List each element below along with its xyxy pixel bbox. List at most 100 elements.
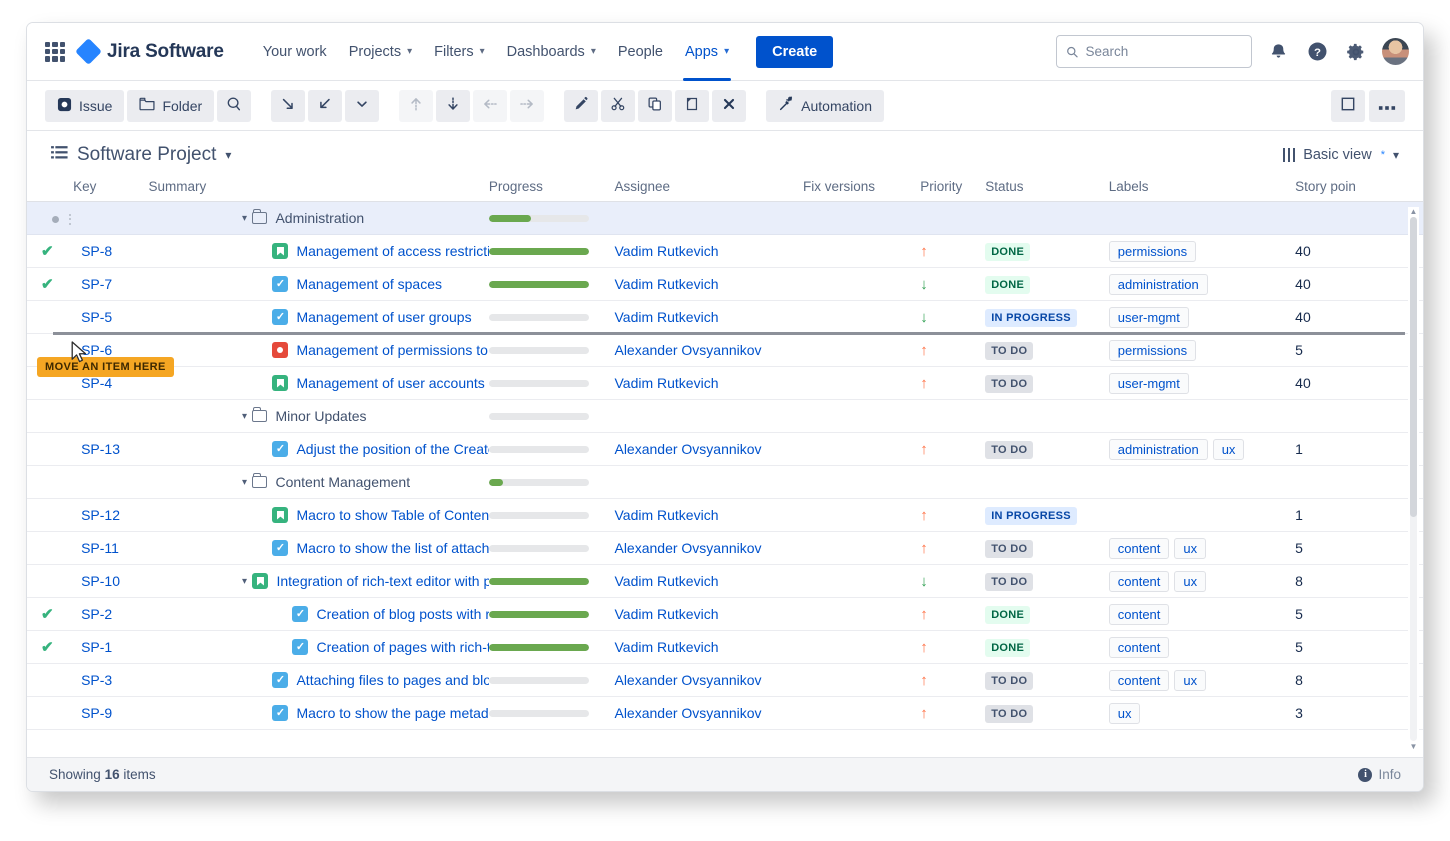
cell-key[interactable]: SP-1 [73,630,149,664]
paste-button[interactable] [675,89,710,122]
cell-story-points[interactable]: 3 [1295,696,1392,730]
new-folder-button[interactable]: Folder [127,89,215,122]
status-badge[interactable]: TO DO [985,440,1034,459]
cell-status[interactable]: DONE [985,234,1109,268]
assignee-link[interactable]: Alexander Ovsyannikov [614,342,761,358]
issue-key-link[interactable]: SP-11 [73,540,119,556]
cell-status[interactable]: TO DO [985,696,1109,730]
move-down-button[interactable] [436,89,471,122]
cell-status[interactable]: TO DO [985,663,1109,697]
fullscreen-button[interactable] [1331,89,1365,122]
cell-assignee[interactable]: Vadim Rutkevich [614,498,803,532]
cell-summary[interactable]: Management of permissions to spaces [148,333,489,367]
cell-key[interactable] [73,399,149,433]
cell-priority[interactable]: ↑ [920,696,986,730]
cell-labels[interactable]: content ux [1108,564,1296,598]
cell-assignee[interactable]: Vadim Rutkevich [614,267,803,301]
delete-button[interactable] [712,89,747,122]
summary-text[interactable]: Minor Updates [275,408,366,424]
status-badge[interactable]: TO DO [985,539,1034,558]
status-badge[interactable]: TO DO [985,341,1034,360]
nav-item-your-work[interactable]: Your work [252,33,338,71]
cell-fix-versions[interactable] [802,201,921,235]
expand-options-button[interactable] [345,89,380,122]
table-row[interactable]: SP-4 Management of user accounts Vadim Rut… [27,366,1423,400]
label-chip[interactable]: ux [1174,570,1207,592]
cell-assignee[interactable]: Vadim Rutkevich [614,300,803,334]
label-chip[interactable]: ux [1174,669,1207,691]
summary-text[interactable]: Management of user groups [296,309,471,325]
cell-priority[interactable]: ↓ [920,267,986,301]
cell-labels[interactable]: user-mgmt [1108,300,1296,334]
issue-key-link[interactable]: SP-1 [73,639,112,655]
status-badge[interactable]: DONE [985,638,1031,657]
table-row[interactable]: SP-10 ▾ Integration of rich-text editor wi… [27,564,1423,598]
drag-handle[interactable] [69,213,73,225]
expand-collapse-chevron[interactable]: ▾ [236,576,252,587]
cell-assignee[interactable]: Alexander Ovsyannikov [614,432,803,466]
table-row[interactable]: ✔ SP-7 Management of spaces Vadim Rutkevich… [27,267,1423,301]
cell-status[interactable]: TO DO [985,531,1109,565]
cell-summary[interactable]: Creation of pages with rich-text [148,630,489,664]
assignee-link[interactable]: Vadim Rutkevich [614,639,718,655]
cell-key[interactable]: SP-13 [73,432,149,466]
cell-labels[interactable]: content [1108,597,1296,631]
table-row[interactable]: ✔ SP-1 Creation of pages with rich-text Vad… [27,630,1423,664]
cell-fix-versions[interactable] [802,333,921,367]
cell-status[interactable]: IN PROGRESS [985,498,1109,532]
label-chip[interactable]: content [1108,537,1170,559]
cell-story-points[interactable] [1295,399,1392,433]
summary-text[interactable]: Integration of rich-text editor with pag… [276,573,488,589]
table-row[interactable]: ✔ SP-2 Creation of blog posts with rich-te… [27,597,1423,631]
folder-row[interactable]: ▾ Content Management [27,465,1423,499]
cell-labels[interactable] [1108,201,1296,235]
cell-priority[interactable] [920,201,986,235]
cell-key[interactable]: SP-2 [73,597,149,631]
nav-item-filters[interactable]: Filters ▾ [423,33,496,71]
cell-fix-versions[interactable] [802,597,921,631]
issue-key-link[interactable]: SP-13 [73,441,120,457]
cell-labels[interactable]: administration ux [1108,432,1296,466]
cell-fix-versions[interactable] [802,663,921,697]
cell-labels[interactable] [1108,399,1296,433]
cell-summary[interactable]: Adjust the position of the Create button… [148,432,489,466]
settings-icon[interactable] [1343,39,1369,65]
issue-key-link[interactable]: SP-4 [73,375,112,391]
cell-status[interactable]: DONE [985,597,1109,631]
column-header-summary[interactable]: Summary [148,179,488,202]
summary-text[interactable]: Management of user accounts [296,375,484,391]
column-header-labels[interactable]: Labels [1109,179,1295,202]
status-badge[interactable]: TO DO [985,374,1034,393]
cell-assignee[interactable]: Vadim Rutkevich [614,234,803,268]
table-row[interactable]: SP-6Management of permissions to spacesA… [27,333,1423,367]
label-chip[interactable]: administration [1108,438,1208,460]
cell-labels[interactable]: permissions [1108,234,1296,268]
cell-status[interactable] [985,399,1109,433]
cell-assignee[interactable] [614,201,803,235]
cell-summary[interactable]: Macro to show Table of Contents [148,498,489,532]
cell-summary[interactable]: ▾ Content Management [148,465,489,499]
cell-status[interactable]: TO DO [985,564,1109,598]
label-chip[interactable]: content [1108,636,1170,658]
cell-key[interactable]: SP-7 [73,267,149,301]
label-chip[interactable]: permissions [1108,339,1197,361]
cell-priority[interactable] [920,399,986,433]
search-box[interactable] [1056,35,1252,68]
cell-key[interactable] [73,465,149,499]
summary-text[interactable]: Administration [275,210,364,226]
issue-key-link[interactable]: SP-7 [73,276,112,292]
column-header-status[interactable]: Status [985,179,1109,202]
cell-summary[interactable]: ▾ Integration of rich-text editor with pa… [148,564,489,598]
summary-text[interactable]: Macro to show the list of attachments [296,540,488,556]
view-switcher[interactable]: Basic view * ▾ [1282,147,1399,163]
table-row[interactable]: ✔ SP-8 Management of access restrictions Va… [27,234,1423,268]
scroll-up-arrow[interactable]: ▲ [1409,207,1418,216]
summary-text[interactable]: Creation of blog posts with rich-text [316,606,488,622]
column-header-fix-versions[interactable]: Fix versions [803,179,920,202]
cell-story-points[interactable]: 40 [1295,234,1392,268]
cell-priority[interactable]: ↓ [920,300,986,334]
expand-collapse-chevron[interactable]: ▾ [236,477,252,488]
status-badge[interactable]: TO DO [985,671,1034,690]
cell-assignee[interactable]: Vadim Rutkevich [614,564,803,598]
cell-priority[interactable]: ↑ [920,498,986,532]
